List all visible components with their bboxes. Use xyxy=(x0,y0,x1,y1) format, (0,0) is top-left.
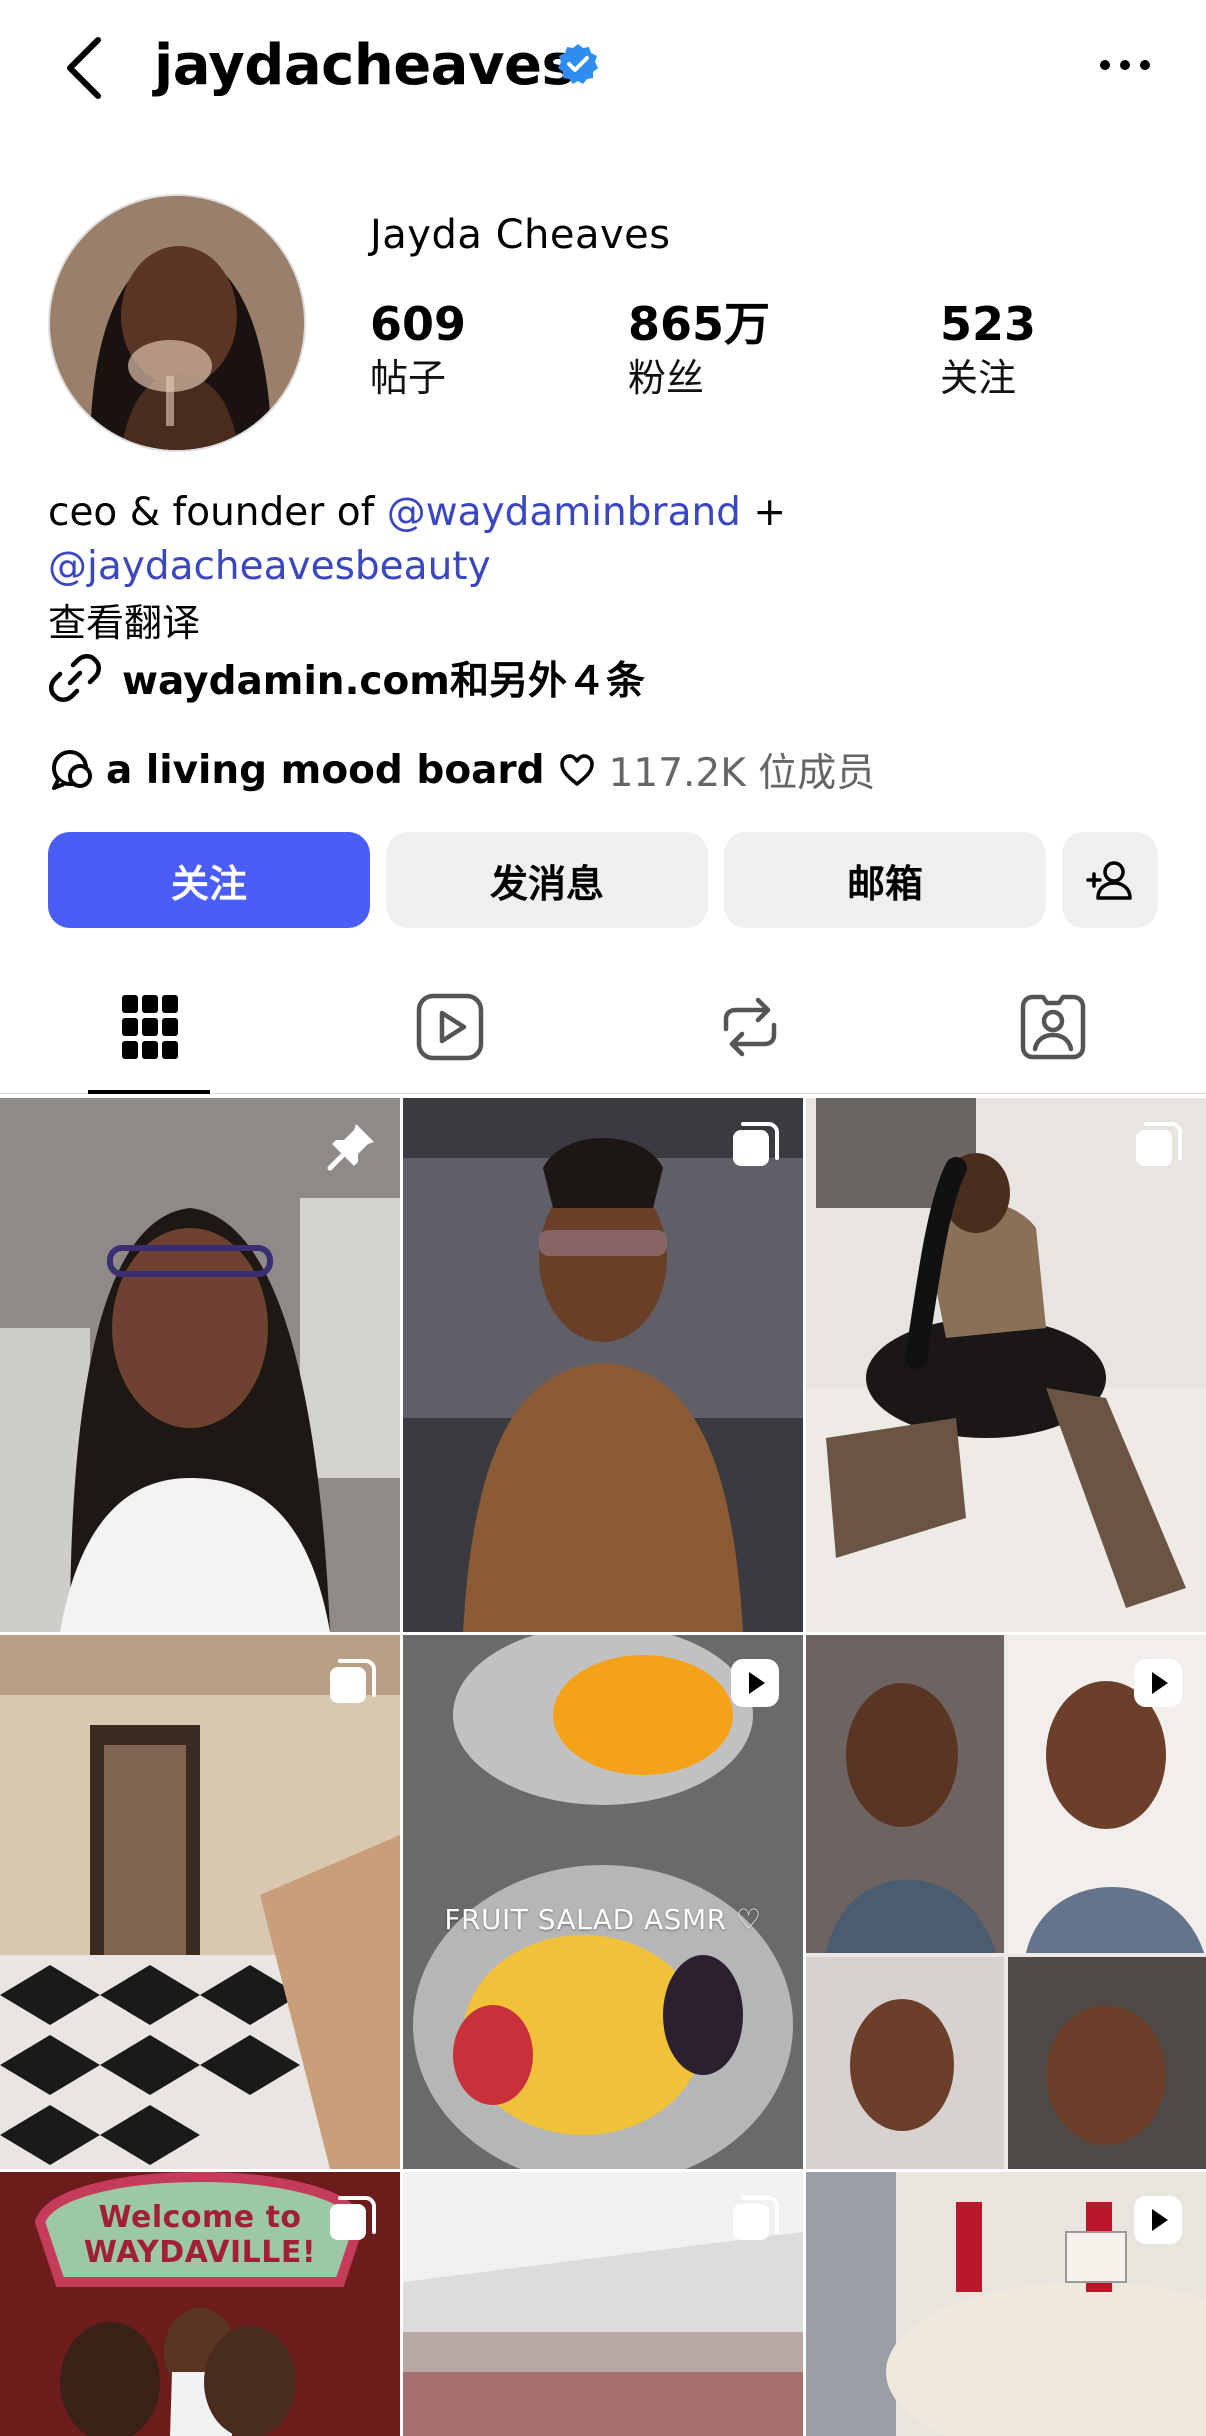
more-horizontal-icon xyxy=(1100,60,1150,70)
followers-count[interactable]: 865万 粉丝 xyxy=(628,296,770,404)
tab-tagged[interactable] xyxy=(900,960,1206,1094)
channel-name: a living mood board xyxy=(106,747,545,793)
broadcast-channel[interactable]: a living mood board 117.2K 位成员 xyxy=(48,742,875,798)
email-button[interactable]: 邮箱 xyxy=(724,832,1046,928)
carousel-icon xyxy=(733,2196,779,2240)
profile-bio: ceo & founder of @waydaminbrand + @jayda… xyxy=(48,486,1158,594)
post-image xyxy=(403,1098,803,1632)
carousel-icon xyxy=(330,2196,376,2240)
carousel-icon xyxy=(733,1122,779,1166)
external-link-text: waydamin.com和另外４条 xyxy=(122,659,645,704)
profile-full-name: Jayda Cheaves xyxy=(370,212,671,258)
tab-grid[interactable] xyxy=(0,960,300,1094)
following-count-label: 关注 xyxy=(940,356,1017,400)
tab-reposts[interactable] xyxy=(600,960,900,1094)
channel-members: 117.2K 位成员 xyxy=(608,751,876,796)
reel-icon xyxy=(1134,1659,1182,1707)
tagged-icon xyxy=(1020,994,1086,1060)
more-options-button[interactable] xyxy=(1090,40,1160,90)
grid-post[interactable] xyxy=(0,1098,400,1632)
grid-post[interactable]: FRUIT SALAD ASMR ♡ xyxy=(403,1635,803,2169)
carousel-icon xyxy=(330,1659,376,1703)
following-count-value: 523 xyxy=(940,297,1037,351)
active-tab-indicator xyxy=(88,1090,210,1094)
suggest-people-button[interactable] xyxy=(1062,832,1158,928)
post-caption-overlay: FRUIT SALAD ASMR ♡ xyxy=(444,1903,762,1936)
grid-post[interactable] xyxy=(806,2172,1206,2436)
posts-count-value: 609 xyxy=(370,297,467,351)
top-bar: jaydacheaves xyxy=(0,0,1206,140)
see-translation-link[interactable]: 查看翻译 xyxy=(48,592,200,647)
external-link[interactable]: waydamin.com和另外４条 xyxy=(48,650,645,706)
tab-reels[interactable] xyxy=(300,960,600,1094)
post-image xyxy=(403,1635,803,2169)
grid-post[interactable] xyxy=(806,1635,1206,2169)
verified-badge-icon xyxy=(558,44,598,84)
profile-username: jaydacheaves xyxy=(154,33,575,98)
post-image xyxy=(0,1635,400,2169)
repost-icon xyxy=(723,997,777,1057)
channel-icon xyxy=(52,750,92,790)
bio-text: ceo & founder of xyxy=(48,490,387,535)
avatar-image xyxy=(50,196,304,450)
followers-count-value: 865万 xyxy=(628,297,771,351)
grid-post[interactable] xyxy=(403,1098,803,1632)
grid-post[interactable] xyxy=(806,1098,1206,1632)
grid-post[interactable]: Welcome to WAYDAVILLE! xyxy=(0,2172,400,2436)
grid-post[interactable] xyxy=(403,2172,803,2436)
bio-plus: + xyxy=(740,490,787,535)
posts-count[interactable]: 609 帖子 xyxy=(370,296,466,404)
reel-icon xyxy=(731,1659,779,1707)
reels-icon xyxy=(416,993,484,1061)
heart-icon xyxy=(559,754,594,786)
follow-button[interactable]: 关注 xyxy=(48,832,370,928)
posts-count-label: 帖子 xyxy=(370,356,447,400)
grid-post[interactable] xyxy=(0,1635,400,2169)
chevron-left-icon xyxy=(67,37,101,99)
grid-icon xyxy=(122,995,178,1059)
following-count[interactable]: 523 关注 xyxy=(940,296,1036,404)
bio-mention-waydaminbrand[interactable]: @waydaminbrand xyxy=(387,490,741,535)
profile-tabs xyxy=(0,960,1206,1094)
message-button[interactable]: 发消息 xyxy=(386,832,708,928)
reel-icon xyxy=(1134,2196,1182,2244)
post-image xyxy=(806,1098,1206,1632)
profile-avatar[interactable] xyxy=(48,194,306,452)
back-button[interactable] xyxy=(48,30,120,106)
link-icon xyxy=(49,654,101,702)
carousel-icon xyxy=(1136,1122,1182,1166)
bio-mention-jaydacheavesbeauty[interactable]: @jaydacheavesbeauty xyxy=(48,544,491,589)
followers-count-label: 粉丝 xyxy=(628,356,705,400)
post-image xyxy=(0,1098,400,1632)
pin-icon xyxy=(327,1124,374,1171)
add-person-icon xyxy=(1086,861,1132,900)
post-image xyxy=(806,1635,1206,2169)
